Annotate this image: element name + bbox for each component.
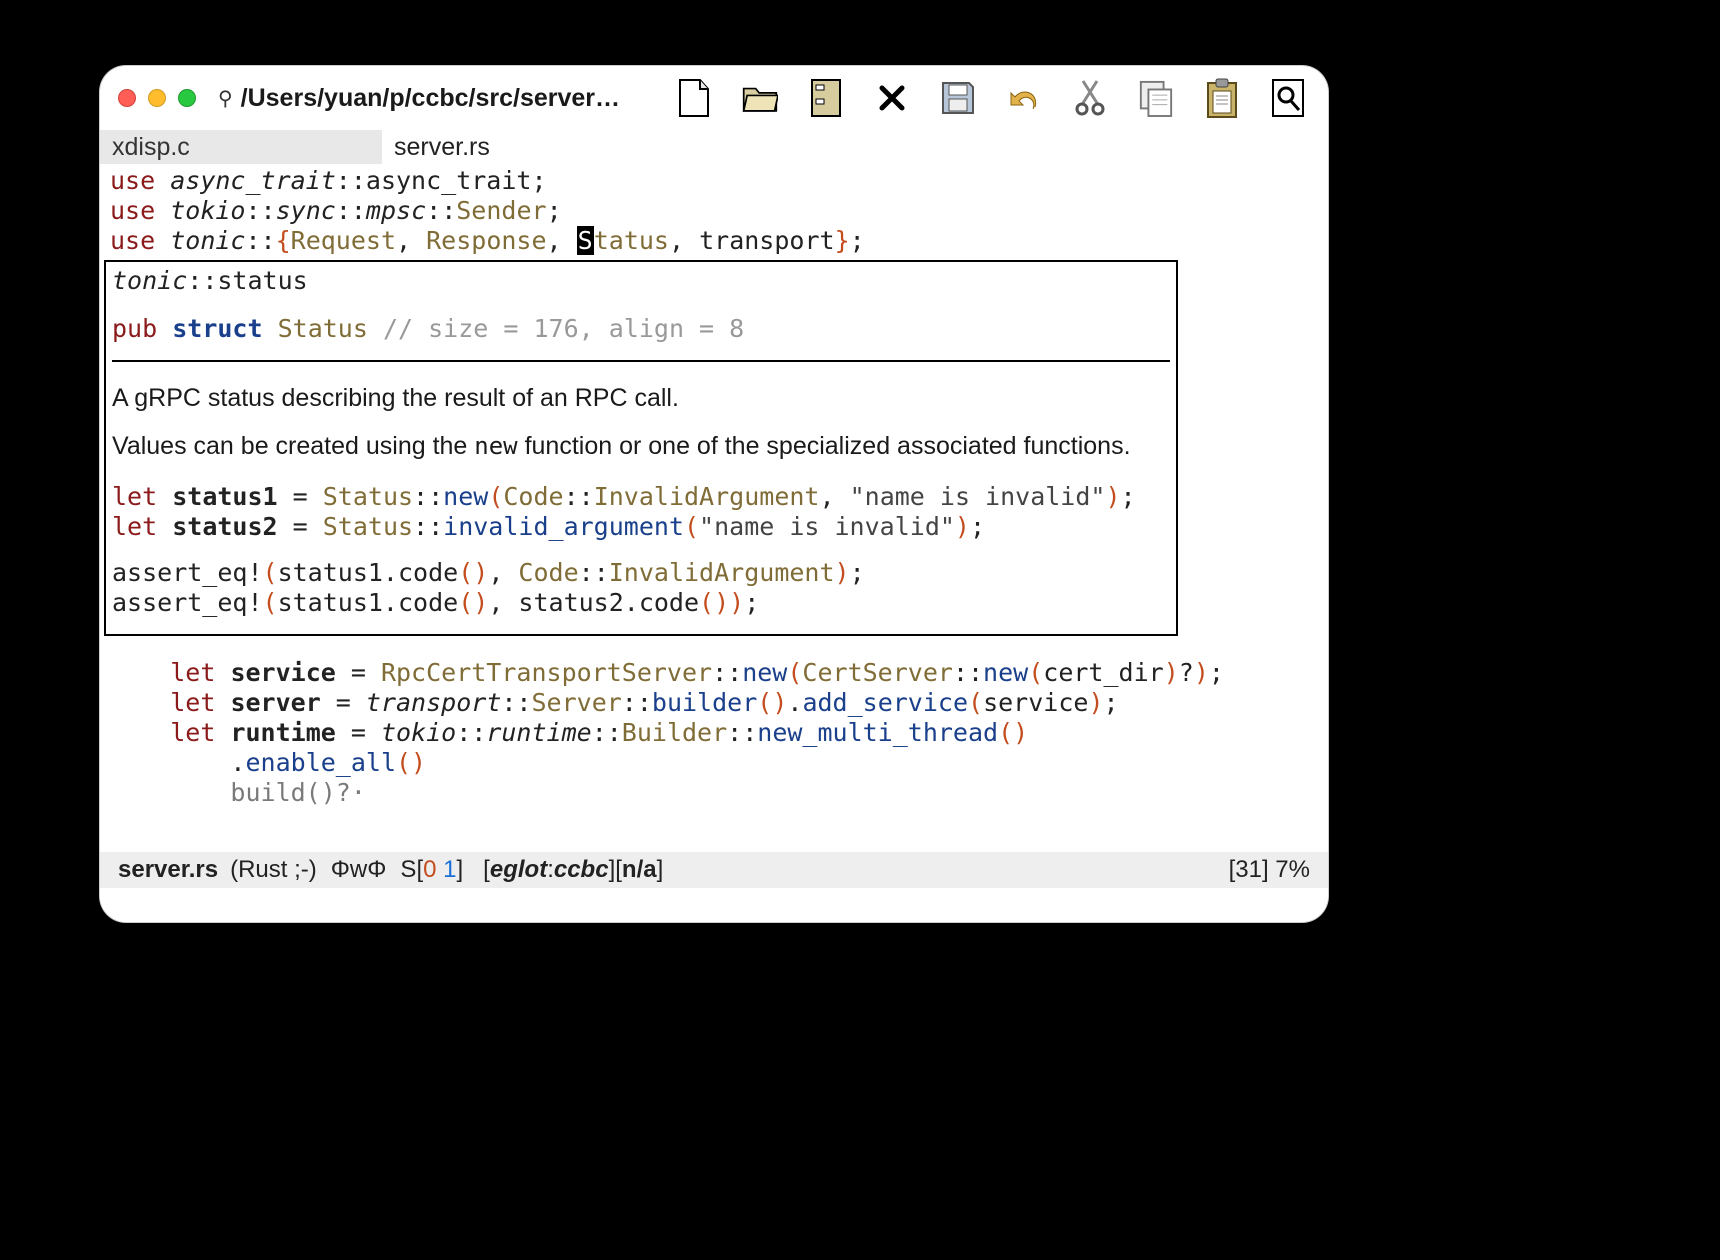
tab-xdisp[interactable]: xdisp.c <box>100 130 382 164</box>
search-icon[interactable] <box>1270 80 1306 116</box>
zoom-window-button[interactable] <box>178 89 196 107</box>
lsp-hover-popup: tonic::status pub struct Status // size … <box>104 260 1178 636</box>
editor-window: ⚲ /Users/yuan/p/ccbc/src/server… <box>100 66 1328 922</box>
text-cursor: S <box>577 226 594 255</box>
tab-bar: xdisp.c server.rs <box>100 130 1328 164</box>
tab-label: server.rs <box>394 133 490 162</box>
toolbar <box>676 80 1328 116</box>
dired-icon[interactable] <box>808 80 844 116</box>
copy-icon[interactable] <box>1138 80 1174 116</box>
mode-line-file: server.rs <box>118 856 218 884</box>
tab-server[interactable]: server.rs <box>382 130 664 164</box>
new-file-icon[interactable] <box>676 80 712 116</box>
mode-line-na: [n/a] <box>615 856 663 884</box>
save-icon[interactable] <box>940 80 976 116</box>
open-folder-icon[interactable] <box>742 80 778 116</box>
cut-icon[interactable] <box>1072 80 1108 116</box>
undo-icon[interactable] <box>1006 80 1042 116</box>
paste-icon[interactable] <box>1204 80 1240 116</box>
mode-line-position: [31] 7% <box>1229 856 1310 884</box>
mode-line-major-mode: (Rust ;-) <box>230 856 317 884</box>
close-window-button[interactable] <box>118 89 136 107</box>
code-above-popup: use async_trait::async_trait; use tokio:… <box>100 164 1328 256</box>
traffic-lights <box>118 89 196 107</box>
hover-doc-description: A gRPC status describing the result of a… <box>112 380 1170 464</box>
minibuffer-area[interactable] <box>100 888 1328 922</box>
code-below-popup: let service = RpcCertTransportServer::ne… <box>100 658 1328 808</box>
editor-buffer[interactable]: use async_trait::async_trait; use tokio:… <box>100 164 1328 852</box>
mode-line: server.rs (Rust ;-) ΦwΦ S[0 1] [eglot:cc… <box>100 852 1328 888</box>
kill-buffer-icon[interactable] <box>874 80 910 116</box>
titlebar: ⚲ /Users/yuan/p/ccbc/src/server… <box>100 66 1328 130</box>
window-title: /Users/yuan/p/ccbc/src/server… <box>241 84 620 113</box>
vcs-modified-icon: ⚲ <box>218 86 233 111</box>
minimize-window-button[interactable] <box>148 89 166 107</box>
mode-line-eglot: [eglot:ccbc] <box>463 856 615 884</box>
tab-label: xdisp.c <box>112 133 190 162</box>
hover-example-code: let status1 = Status::new(Code::InvalidA… <box>112 482 1170 618</box>
mode-line-diagnostics: S[0 1] <box>400 856 463 884</box>
mode-line-flycheck: ΦwΦ <box>331 856 387 884</box>
